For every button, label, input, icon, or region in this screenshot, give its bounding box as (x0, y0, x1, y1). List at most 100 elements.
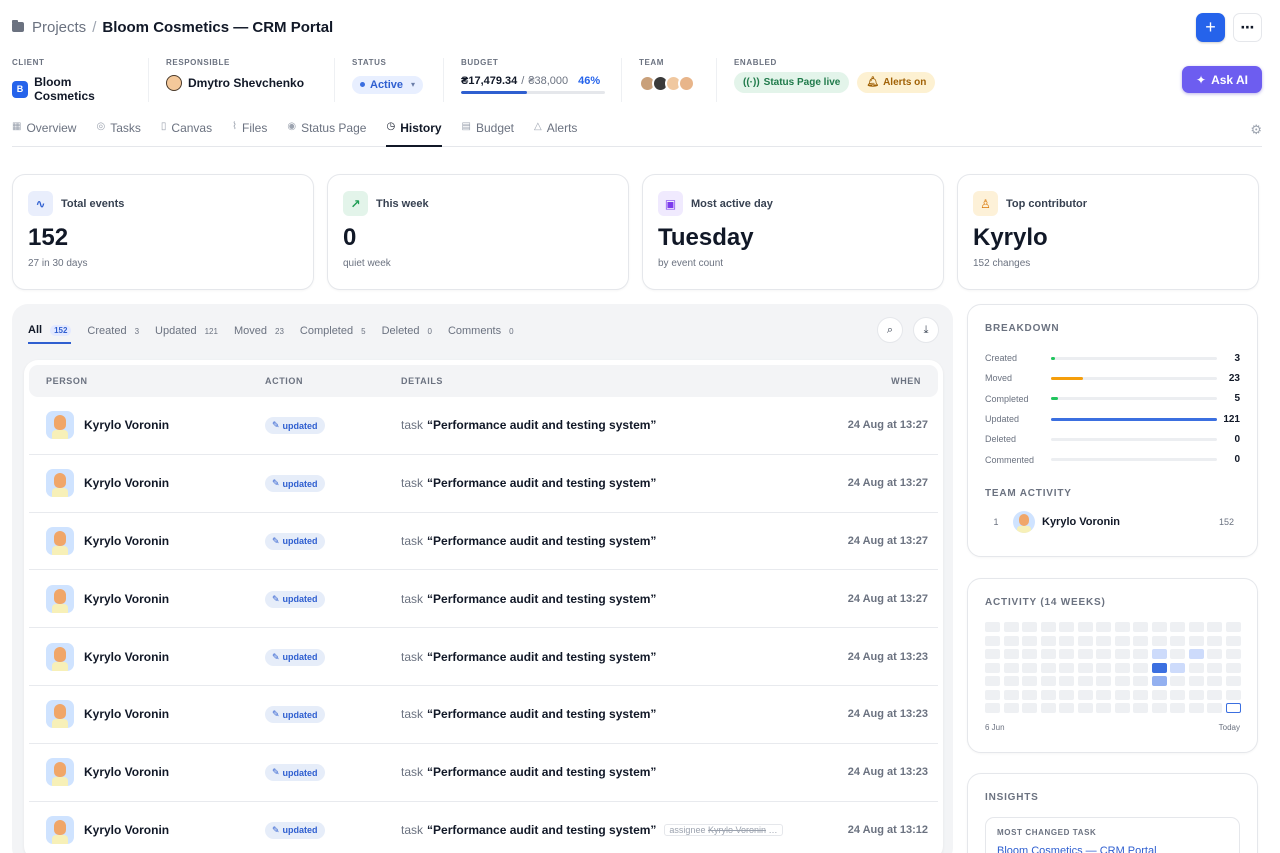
filter-updated[interactable]: Updated 121 (155, 318, 218, 344)
heatmap-cell[interactable] (1151, 703, 1167, 713)
heatmap-cell[interactable] (1151, 689, 1167, 700)
heatmap-cell[interactable] (1170, 635, 1185, 646)
heatmap-cell[interactable] (1133, 676, 1148, 686)
table-row[interactable]: Kyrylo Voronin ✎ updated task “Performance… (29, 570, 938, 629)
heatmap-cell[interactable] (1003, 635, 1019, 646)
heatmap-cell[interactable] (1225, 703, 1241, 713)
entity-name[interactable]: “Performance audit and testing system” (427, 418, 656, 432)
person-name[interactable]: Kyrylo Voronin (84, 534, 169, 548)
heatmap-cell[interactable] (1003, 649, 1019, 659)
heatmap-cell[interactable] (1022, 635, 1037, 646)
heatmap-cell[interactable] (1170, 676, 1185, 686)
heatmap-cell[interactable] (1207, 703, 1222, 713)
heatmap-cell[interactable] (1022, 676, 1037, 686)
heatmap-cell[interactable] (1133, 662, 1148, 673)
heatmap-cell[interactable] (1225, 676, 1241, 686)
tab-history[interactable]: ◷ History (386, 114, 442, 147)
heatmap-cell[interactable] (1077, 703, 1093, 713)
heatmap-cell[interactable] (985, 649, 1000, 659)
heatmap-cell[interactable] (1225, 662, 1241, 673)
heatmap-cell[interactable] (1188, 649, 1204, 659)
person-name[interactable]: Kyrylo Voronin (84, 707, 169, 721)
heatmap-cell[interactable] (1096, 703, 1111, 713)
heatmap-cell[interactable] (1151, 662, 1167, 673)
heatmap-cell[interactable] (1188, 689, 1204, 700)
tab-alerts[interactable]: △ Alerts (534, 114, 577, 147)
status-dropdown[interactable]: Active ▾ (352, 75, 424, 94)
heatmap-cell[interactable] (1040, 689, 1056, 700)
heatmap-cell[interactable] (1207, 662, 1222, 673)
heatmap-cell[interactable] (1133, 635, 1148, 646)
more-options-button[interactable]: ⋯ (1233, 12, 1262, 42)
heatmap-cell[interactable] (1114, 676, 1130, 686)
heatmap-cell[interactable] (1151, 635, 1167, 646)
heatmap-cell[interactable] (1096, 662, 1111, 673)
heatmap-cell[interactable] (1225, 649, 1241, 659)
heatmap-cell[interactable] (1133, 703, 1148, 713)
heatmap-cell[interactable] (1096, 676, 1111, 686)
heatmap-cell[interactable] (1114, 649, 1130, 659)
person-name[interactable]: Kyrylo Voronin (84, 765, 169, 779)
heatmap-cell[interactable] (1096, 635, 1111, 646)
heatmap-cell[interactable] (1040, 676, 1056, 686)
add-button[interactable]: + (1196, 12, 1225, 42)
client-name[interactable]: Bloom Cosmetics (34, 75, 130, 103)
heatmap-cell[interactable] (1151, 622, 1167, 632)
tab-files[interactable]: ⌇ Files (232, 114, 267, 147)
heatmap-cell[interactable] (1059, 649, 1074, 659)
heatmap-cell[interactable] (1003, 703, 1019, 713)
tab-overview[interactable]: ▦ Overview (12, 114, 76, 147)
table-row[interactable]: Kyrylo Voronin ✎ updated task “Performance… (29, 802, 938, 853)
tab-tasks[interactable]: ◎ Tasks (96, 114, 140, 147)
heatmap-cell[interactable] (1225, 635, 1241, 646)
heatmap-cell[interactable] (1059, 635, 1074, 646)
heatmap-cell[interactable] (1114, 662, 1130, 673)
heatmap-cell[interactable] (1207, 649, 1222, 659)
heatmap-cell[interactable] (985, 662, 1000, 673)
heatmap-cell[interactable] (1059, 622, 1074, 632)
person-name[interactable]: Kyrylo Voronin (84, 418, 169, 432)
filter-moved[interactable]: Moved 23 (234, 318, 284, 344)
most-changed-task[interactable]: MOST CHANGED TASK Bloom Cosmetics — CRM … (985, 817, 1240, 853)
team-member-row[interactable]: 1 Kyrylo Voronin 152 (985, 510, 1240, 533)
heatmap-cell[interactable] (985, 622, 1000, 632)
table-row[interactable]: Kyrylo Voronin ✎ updated task “Performance… (29, 686, 938, 744)
download-button[interactable]: ⤓ (913, 317, 939, 343)
heatmap-cell[interactable] (985, 703, 1000, 713)
heatmap-cell[interactable] (1170, 703, 1185, 713)
heatmap-cell[interactable] (1133, 649, 1148, 659)
entity-name[interactable]: “Performance audit and testing system” (427, 823, 656, 837)
entity-name[interactable]: “Performance audit and testing system” (427, 534, 656, 548)
heatmap-cell[interactable] (1040, 649, 1056, 659)
heatmap-cell[interactable] (1077, 689, 1093, 700)
entity-name[interactable]: “Performance audit and testing system” (427, 707, 656, 721)
status-page-live-badge[interactable]: ((·)) Status Page live (734, 72, 850, 93)
tab-status-page[interactable]: ◉ Status Page (287, 114, 366, 147)
heatmap-cell[interactable] (1151, 649, 1167, 659)
alerts-on-badge[interactable]: 🔔︎ Alerts on (857, 72, 936, 93)
heatmap-cell[interactable] (1003, 689, 1019, 700)
table-row[interactable]: Kyrylo Voronin ✎ updated task “Performance… (29, 513, 938, 571)
heatmap-cell[interactable] (1133, 622, 1148, 632)
heatmap-cell[interactable] (985, 689, 1000, 700)
table-row[interactable]: Kyrylo Voronin ✎ updated task “Performance… (29, 744, 938, 802)
heatmap-cell[interactable] (1022, 703, 1037, 713)
heatmap-cell[interactable] (1207, 689, 1222, 700)
heatmap-cell[interactable] (1077, 649, 1093, 659)
entity-name[interactable]: “Performance audit and testing system” (427, 765, 656, 779)
search-button[interactable]: ⌕ (877, 317, 903, 343)
team-avatars[interactable] (639, 75, 698, 92)
heatmap-cell[interactable] (1151, 676, 1167, 686)
heatmap-cell[interactable] (1114, 689, 1130, 700)
heatmap-cell[interactable] (1096, 622, 1111, 632)
heatmap-cell[interactable] (1059, 689, 1074, 700)
heatmap-cell[interactable] (1040, 635, 1056, 646)
heatmap-cell[interactable] (1003, 622, 1019, 632)
heatmap-cell[interactable] (1188, 622, 1204, 632)
filter-deleted[interactable]: Deleted 0 (382, 318, 432, 344)
heatmap-cell[interactable] (1040, 662, 1056, 673)
heatmap-cell[interactable] (1114, 635, 1130, 646)
heatmap-cell[interactable] (1114, 622, 1130, 632)
heatmap-cell[interactable] (1077, 622, 1093, 632)
heatmap-cell[interactable] (1188, 635, 1204, 646)
